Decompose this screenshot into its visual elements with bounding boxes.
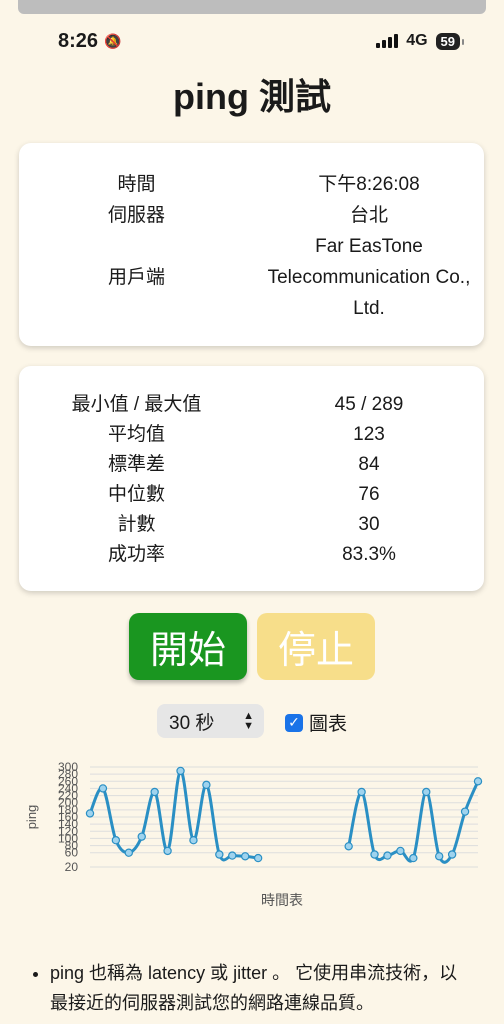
duration-select-value: 30 秒: [169, 712, 215, 734]
description: ping 也稱為 latency 或 jitter 。 它使用串流技術，以最接近…: [30, 958, 474, 1018]
stat-row-min-max: 最小值 / 最大值 45 / 289: [19, 390, 484, 420]
ping-data-point: [189, 836, 198, 845]
ping-data-point: [228, 851, 237, 860]
ping-data-point: [124, 848, 134, 857]
info-label: 時間: [117, 174, 156, 195]
stat-row-stddev: 標準差 84: [19, 450, 484, 480]
stat-label: 成功率: [107, 544, 165, 565]
stat-value: 45 / 289: [334, 394, 404, 415]
info-label: 伺服器: [107, 205, 165, 226]
ping-data-point: [447, 850, 457, 859]
info-value: 台北: [349, 205, 388, 226]
y-tick-label: 300: [58, 760, 78, 774]
connection-info-card: 時間 下午8:26:08 伺服器 台北 用戶端 Far EasTone Tele…: [19, 143, 484, 346]
info-row-time: 時間 下午8:26:08: [19, 169, 484, 200]
stat-value: 30: [358, 514, 380, 535]
ping-data-point: [163, 846, 172, 856]
ping-data-point: [357, 787, 366, 797]
y-tick-label: 20: [65, 860, 79, 874]
ping-data-point: [85, 809, 95, 818]
bell-muted-icon: 🔕: [104, 32, 122, 49]
stat-value: 84: [358, 454, 380, 475]
description-item: ping 也稱為 latency 或 jitter 。 它使用串流技術，以最接近…: [50, 958, 474, 1018]
status-bar: 8:26 🔕 4G 59: [0, 26, 504, 56]
status-time: 8:26: [58, 29, 99, 52]
ping-series-line: [347, 780, 480, 864]
ping-series-line: [88, 769, 259, 862]
ping-data-point: [253, 853, 263, 863]
chevron-up-down-icon: ▲ ▼: [243, 710, 254, 732]
ping-data-point: [240, 852, 250, 861]
ping-data-point: [98, 784, 108, 793]
ping-data-point: [460, 807, 470, 816]
stop-button[interactable]: 停止: [257, 613, 375, 680]
top-sheet-edge: [18, 0, 486, 14]
ping-data-point: [137, 832, 146, 841]
ping-data-point: [344, 842, 353, 851]
info-row-server: 伺服器 台北: [19, 200, 484, 231]
start-button[interactable]: 開始: [129, 613, 247, 680]
stat-row-count: 計數 30: [19, 510, 484, 540]
info-value: 下午8:26:08: [318, 174, 420, 195]
info-value: Far EasTone Telecommunication Co., Ltd.: [267, 236, 471, 319]
duration-select[interactable]: 30 秒 ▲ ▼: [157, 704, 264, 738]
stat-value: 76: [358, 484, 380, 505]
x-axis-label: 時間表: [261, 892, 303, 908]
ping-data-point: [150, 787, 159, 797]
stat-label: 標準差: [107, 454, 165, 475]
page-title: ping 測試: [173, 76, 331, 117]
ping-stats-card: 最小值 / 最大值 45 / 289 平均值 123 標準差 84 中位數 76…: [19, 366, 484, 591]
network-type: 4G: [406, 32, 428, 49]
ping-chart: 206080100120140160180200220240260280300p…: [24, 760, 483, 908]
chart-checkbox-label: 圖表: [309, 714, 348, 735]
ping-data-point: [370, 850, 379, 859]
ping-data-point: [409, 853, 418, 863]
stat-label: 最小值 / 最大值: [71, 394, 202, 415]
stat-row-median: 中位數 76: [19, 480, 484, 510]
ping-data-point: [215, 850, 224, 859]
signal-icon: [376, 34, 399, 48]
chart-checkbox[interactable]: ✓: [285, 713, 303, 732]
ping-data-point: [473, 777, 483, 786]
stat-label: 計數: [117, 514, 156, 535]
ping-data-point: [396, 846, 405, 856]
info-row-client: 用戶端 Far EasTone Telecommunication Co., L…: [19, 231, 484, 324]
ping-data-point: [176, 766, 185, 776]
ping-data-point: [422, 787, 431, 797]
stat-value: 83.3%: [342, 544, 396, 565]
y-axis-label: ping: [24, 805, 39, 830]
chart-toggle[interactable]: ✓ 圖表: [285, 709, 347, 736]
info-label: 用戶端: [107, 267, 165, 288]
ping-data-point: [383, 851, 392, 860]
stat-label: 平均值: [107, 424, 165, 445]
stat-value: 123: [353, 424, 385, 445]
stat-row-success-rate: 成功率 83.3%: [19, 540, 484, 570]
ping-data-point: [435, 852, 444, 861]
stat-label: 中位數: [107, 484, 165, 505]
battery-icon: 59: [435, 32, 465, 50]
stat-row-average: 平均值 123: [19, 420, 484, 450]
ping-data-point: [202, 780, 211, 790]
ping-data-point: [111, 836, 121, 845]
